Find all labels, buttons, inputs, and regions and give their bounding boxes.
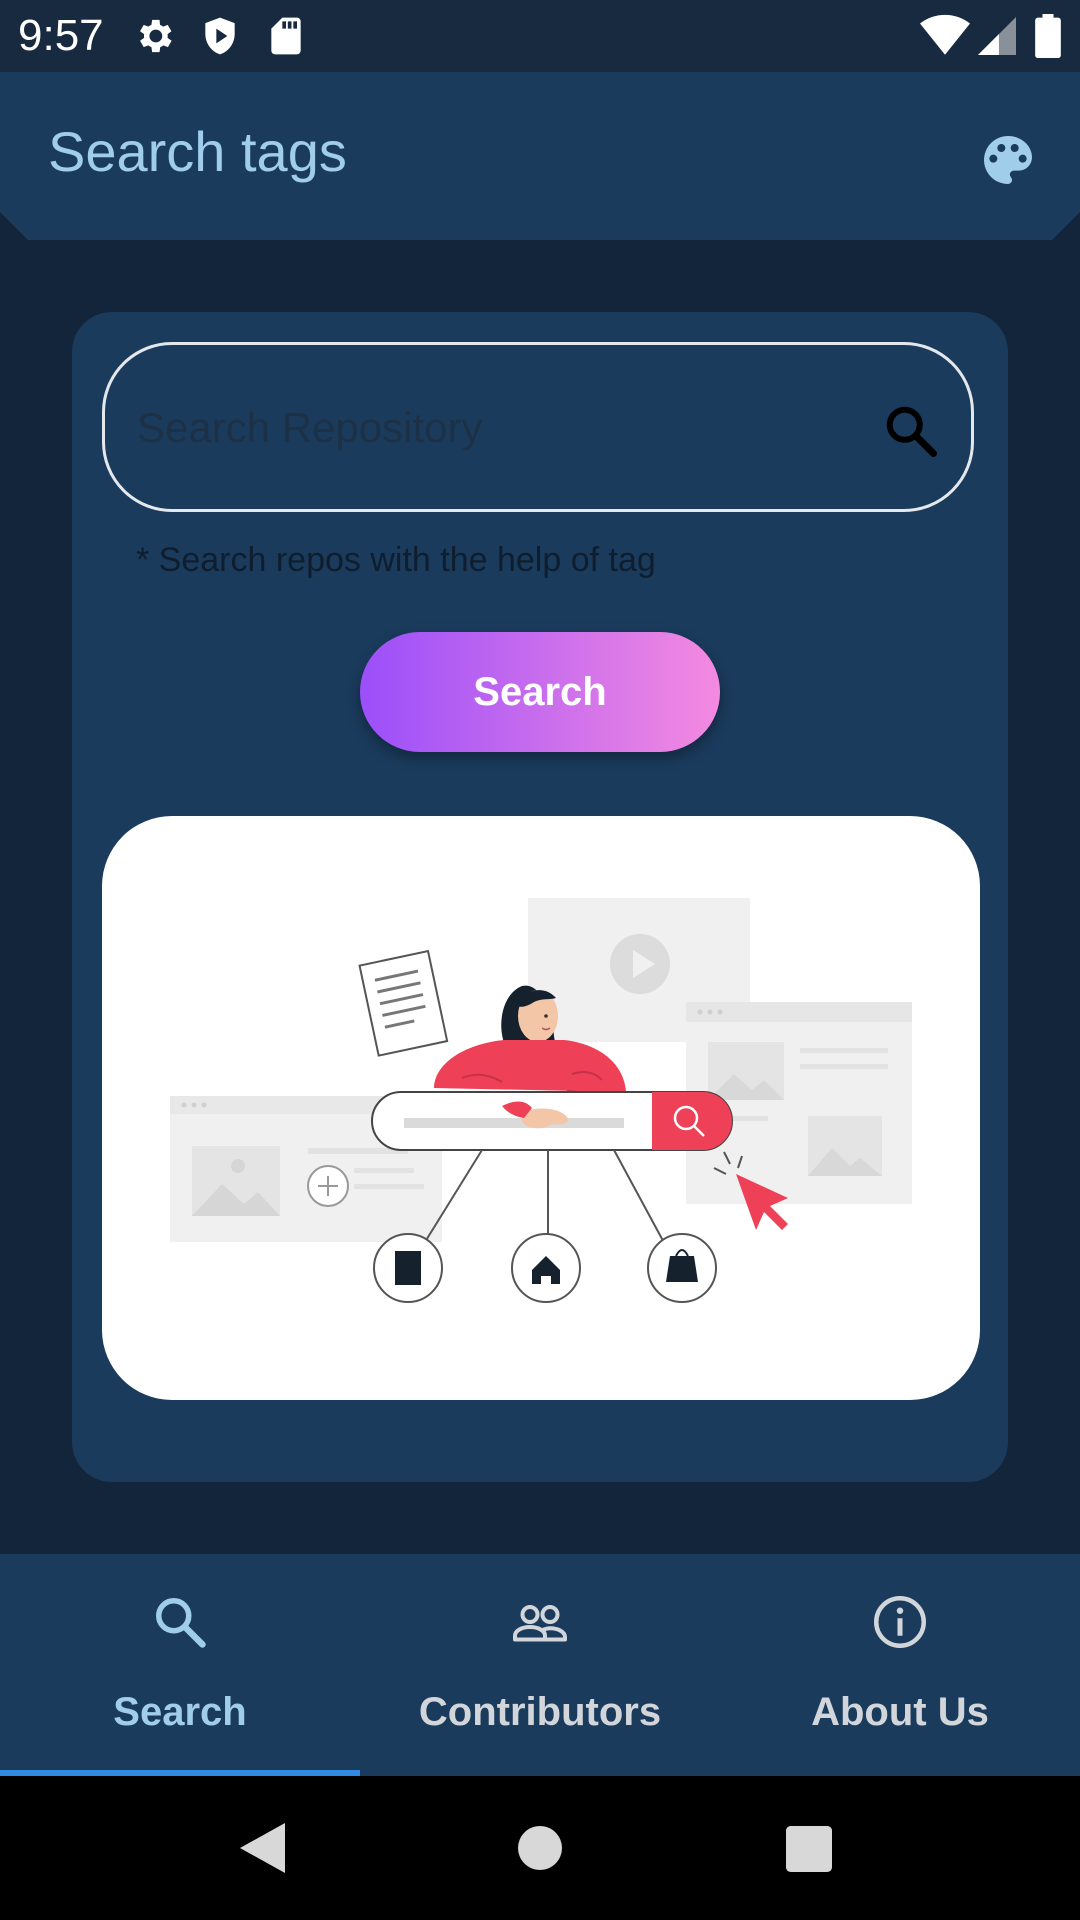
battery-icon [1035, 14, 1061, 58]
tab-about-us[interactable]: About Us [720, 1554, 1080, 1776]
sd-card-icon [271, 17, 301, 55]
search-card: * Search repos with the help of tag Sear… [72, 312, 1008, 1482]
app-bar: Search tags [0, 72, 1080, 240]
tab-contributors[interactable]: Contributors [360, 1554, 720, 1776]
status-time: 9:57 [18, 11, 104, 60]
home-icon[interactable] [518, 1826, 562, 1870]
recents-icon[interactable] [786, 1826, 832, 1872]
search-illustration [102, 816, 980, 1400]
search-field-button[interactable] [881, 401, 941, 461]
tab-search[interactable]: Search [0, 1554, 360, 1776]
bottom-navigation: Search Contributors About Us [0, 1554, 1080, 1776]
woman-with-search-bar-illustration [170, 898, 912, 1303]
people-icon [513, 1605, 567, 1642]
search-hint: * Search repos with the help of tag [136, 541, 656, 579]
search-input[interactable] [135, 345, 859, 511]
search-field [102, 342, 974, 512]
tab-contributors-label: Contributors [418, 1690, 662, 1734]
theme-palette-button[interactable] [976, 128, 1040, 192]
shield-play-icon [205, 17, 235, 55]
palette-icon [984, 136, 1032, 184]
wifi-icon [920, 14, 970, 55]
signal-icon [978, 17, 1016, 55]
back-icon[interactable] [240, 1822, 290, 1874]
status-bar: 9:57 [0, 0, 1080, 72]
page-title: Search tags [48, 120, 347, 183]
system-navigation-bar [0, 1776, 1080, 1920]
tab-search-label: Search [113, 1690, 247, 1734]
info-icon [874, 1596, 926, 1648]
search-button[interactable]: Search [360, 632, 720, 752]
search-icon [886, 406, 937, 457]
gear-icon [140, 19, 172, 53]
tab-about-us-label: About Us [811, 1690, 989, 1734]
search-icon [156, 1598, 206, 1648]
